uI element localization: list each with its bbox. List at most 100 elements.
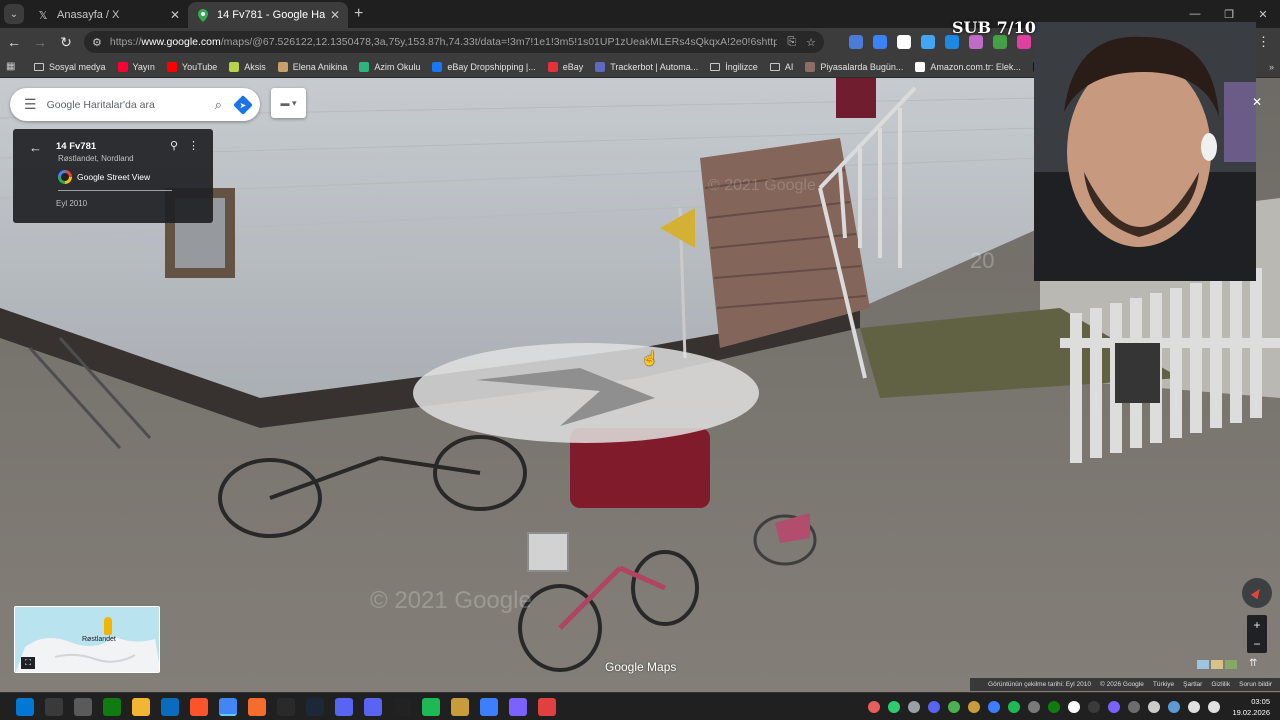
taskbar-chrome-icon[interactable]	[218, 697, 237, 716]
back-button[interactable]: ←	[2, 30, 26, 54]
taskbar-discord-icon[interactable]	[363, 697, 382, 716]
tray-icon[interactable]	[1028, 701, 1041, 713]
bookmark-item[interactable]: YouTube	[166, 61, 217, 72]
directions-icon[interactable]: ➤	[233, 94, 253, 115]
taskbar-app-purple-icon[interactable]	[508, 697, 527, 716]
forward-button[interactable]: →	[28, 30, 52, 54]
compass-button[interactable]	[1242, 578, 1272, 608]
bookmark-item[interactable]: Piyasalarda Bugün...	[805, 61, 903, 72]
tray-icon[interactable]	[1068, 701, 1081, 713]
taskbar-brave-icon[interactable]	[189, 697, 208, 716]
tool-extension-icon[interactable]	[921, 35, 935, 49]
taskbar-xbox-icon[interactable]	[102, 697, 121, 716]
tray-icon[interactable]	[1108, 701, 1121, 713]
tray-icon[interactable]	[868, 701, 881, 713]
taskbar-obs-icon[interactable]	[73, 697, 92, 716]
install-app-icon[interactable]: ⎘	[787, 36, 796, 49]
tray-icon[interactable]	[988, 701, 1001, 713]
tray-icon[interactable]	[1148, 701, 1161, 713]
leaf-extension-icon[interactable]	[993, 35, 1007, 49]
address-bar[interactable]: ⚙ https://www.google.com/maps/@67.526122…	[84, 31, 824, 53]
translate-extension-icon[interactable]	[849, 35, 863, 49]
tab-google-maps[interactable]: 14 Fv781 - Google Haritalar ✕	[188, 2, 348, 28]
tray-icon[interactable]	[1008, 701, 1021, 713]
terms-link[interactable]: Şartlar	[1183, 681, 1202, 688]
taskbar-epic-icon[interactable]	[276, 697, 295, 716]
taskbar-origin-icon[interactable]	[247, 697, 266, 716]
taskbar-file-explorer-icon[interactable]	[131, 697, 150, 716]
bookmark-item[interactable]: eBay	[547, 61, 583, 72]
tray-icon[interactable]	[888, 701, 901, 713]
minimap[interactable]: Røstlandet ⛶	[14, 606, 160, 673]
taskbar-steam-icon[interactable]	[305, 697, 324, 716]
taskbar-app-icon[interactable]	[334, 697, 353, 716]
tray-icon[interactable]	[968, 701, 981, 713]
tray-icon[interactable]	[948, 701, 961, 713]
camera-extension-icon[interactable]	[897, 35, 911, 49]
search-icon[interactable]: ⌕	[215, 97, 222, 113]
report-problem-link[interactable]: Sorun bildir	[1239, 681, 1272, 688]
tray-icon[interactable]	[908, 701, 921, 713]
taskbar-app-blue-icon[interactable]	[479, 697, 498, 716]
taskbar-start-icon[interactable]	[15, 697, 34, 716]
new-tab-button[interactable]: +	[354, 5, 363, 23]
reload-button[interactable]: ↻	[54, 30, 78, 54]
region-link[interactable]: Türkiye	[1153, 681, 1174, 688]
bookmark-item[interactable]: Elena Anikina	[277, 61, 347, 72]
taskbar-store-icon[interactable]	[160, 697, 179, 716]
search-placeholder[interactable]: Google Haritalar'da ara	[47, 99, 215, 111]
bookmark-star-icon[interactable]: ☆	[806, 36, 816, 49]
tray-icon[interactable]	[1088, 701, 1101, 713]
tray-icon[interactable]	[1128, 701, 1141, 713]
privacy-link[interactable]: Gizlilik	[1211, 681, 1230, 688]
pegman-icon[interactable]	[104, 617, 112, 635]
site-info-icon[interactable]: ⚙	[92, 36, 102, 49]
zoom-out-button[interactable]: −	[1253, 637, 1260, 651]
taskbar-app-red-icon[interactable]	[537, 697, 556, 716]
bookmark-item[interactable]: Sosyal medya	[34, 62, 106, 72]
bookmark-item[interactable]: eBay Dropshipping |...	[432, 61, 536, 72]
bookmarks-overflow-icon[interactable]: »	[1269, 62, 1274, 72]
bookmark-item[interactable]: Trackerbot | Automa...	[595, 61, 698, 72]
sync-extension-icon[interactable]	[945, 35, 959, 49]
menu-icon[interactable]: ☰	[24, 96, 37, 113]
apps-grid-icon[interactable]: ▦	[6, 61, 20, 72]
bookmark-item[interactable]: Amazon.com.tr: Elek...	[915, 61, 1021, 72]
tab-close-icon[interactable]: ✕	[170, 8, 180, 22]
location-pin-icon[interactable]: ⚲	[170, 139, 178, 152]
zoom-in-button[interactable]: +	[1253, 618, 1260, 632]
pink-extension-icon[interactable]	[1017, 35, 1031, 49]
maps-search-box[interactable]: ☰ Google Haritalar'da ara ⌕ ➤	[10, 88, 260, 121]
tab-close-icon[interactable]: ✕	[330, 8, 340, 22]
street-view-source[interactable]: Google Street View	[58, 170, 150, 184]
media-extension-icon[interactable]	[969, 35, 983, 49]
map-thumb[interactable]	[1197, 660, 1209, 669]
bookmark-item[interactable]: Aksis	[229, 61, 266, 72]
tray-icon[interactable]	[1048, 701, 1061, 713]
taskbar-app-dark-icon[interactable]	[392, 697, 411, 716]
tab-x[interactable]: 𝕏 Anasayfa / X ✕	[28, 2, 188, 28]
map-thumb[interactable]	[1211, 660, 1223, 669]
map-style-thumbnails[interactable]	[1197, 660, 1239, 669]
microphone-icon[interactable]	[1188, 701, 1201, 713]
expand-icon[interactable]: ⛶	[21, 657, 35, 669]
audio-extension-icon[interactable]	[873, 35, 887, 49]
bookmark-item[interactable]: AI	[769, 62, 793, 72]
more-options-icon[interactable]: ⋮	[188, 139, 199, 152]
overlay-close-icon[interactable]: ✕	[1252, 95, 1262, 109]
taskbar-spotify-icon[interactable]	[421, 697, 440, 716]
layers-button[interactable]: ▬ ▾	[271, 88, 306, 118]
browser-menu-icon[interactable]: ⋮	[1257, 34, 1270, 50]
bookmark-item[interactable]: İngilizce	[710, 62, 758, 72]
clock[interactable]: 03:05 19.02.2026	[1232, 696, 1270, 718]
tray-icon[interactable]	[1168, 701, 1181, 713]
back-arrow-icon[interactable]: ←	[29, 140, 42, 155]
speaker-icon[interactable]	[1208, 701, 1221, 713]
taskbar-app-gold-icon[interactable]	[450, 697, 469, 716]
bookmark-item[interactable]: Yayın	[117, 61, 155, 72]
tray-icon[interactable]	[928, 701, 941, 713]
capture-date[interactable]: Eyl 2010	[56, 199, 87, 208]
taskbar-task-view-icon[interactable]	[44, 697, 63, 716]
tab-search-button[interactable]: ⌄	[4, 4, 24, 24]
collapse-icon[interactable]: ⇈	[1249, 658, 1257, 669]
